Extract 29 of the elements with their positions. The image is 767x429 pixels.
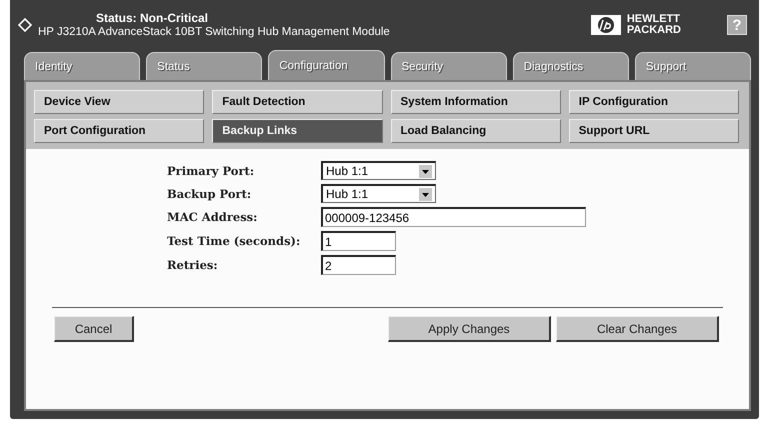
cancel-button[interactable]: Cancel <box>54 316 134 342</box>
subnav-button[interactable]: Load Balancing <box>390 119 561 143</box>
logo-icon <box>590 15 621 35</box>
clear-button[interactable]: Clear Changes <box>556 316 719 342</box>
subnav-button[interactable]: Port Configuration <box>34 119 204 143</box>
field-label: MAC Address: <box>167 210 258 224</box>
caret-icon <box>419 164 432 178</box>
input-field[interactable]: 000009-123456 <box>321 207 586 227</box>
subnav-button[interactable]: Support URL <box>568 119 739 143</box>
input-field[interactable]: 1 <box>321 231 396 251</box>
subnav-button[interactable]: Backup Links <box>212 119 382 143</box>
input-field[interactable]: 2 <box>321 255 396 275</box>
logo-text: HEWLETT <box>626 14 681 25</box>
dropdown[interactable]: Hub 1:1 <box>321 161 436 180</box>
apply-button[interactable]: Apply Changes <box>388 316 551 342</box>
subnav-button[interactable]: Device View <box>34 90 204 114</box>
subnav-button[interactable]: Fault Detection <box>212 90 382 114</box>
window-title: HP J3210A AdvanceStack 10BT Switching Hub Management Module <box>38 24 391 38</box>
field-label: Backup Port: <box>167 186 252 200</box>
field-label: Test Time (seconds): <box>167 234 300 248</box>
subnav-button[interactable]: IP Configuration <box>568 90 739 114</box>
subnav-button[interactable]: System Information <box>390 90 561 114</box>
field-label: Primary Port: <box>167 164 254 178</box>
diamond-icon <box>18 18 32 32</box>
caret-icon <box>419 188 432 200</box>
status-text: Status: Non-Critical <box>95 12 210 24</box>
dropdown[interactable]: Hub 1:1 <box>321 184 436 203</box>
field-label: Retries: <box>167 258 218 272</box>
logo-text: PACKARD <box>626 25 681 36</box>
